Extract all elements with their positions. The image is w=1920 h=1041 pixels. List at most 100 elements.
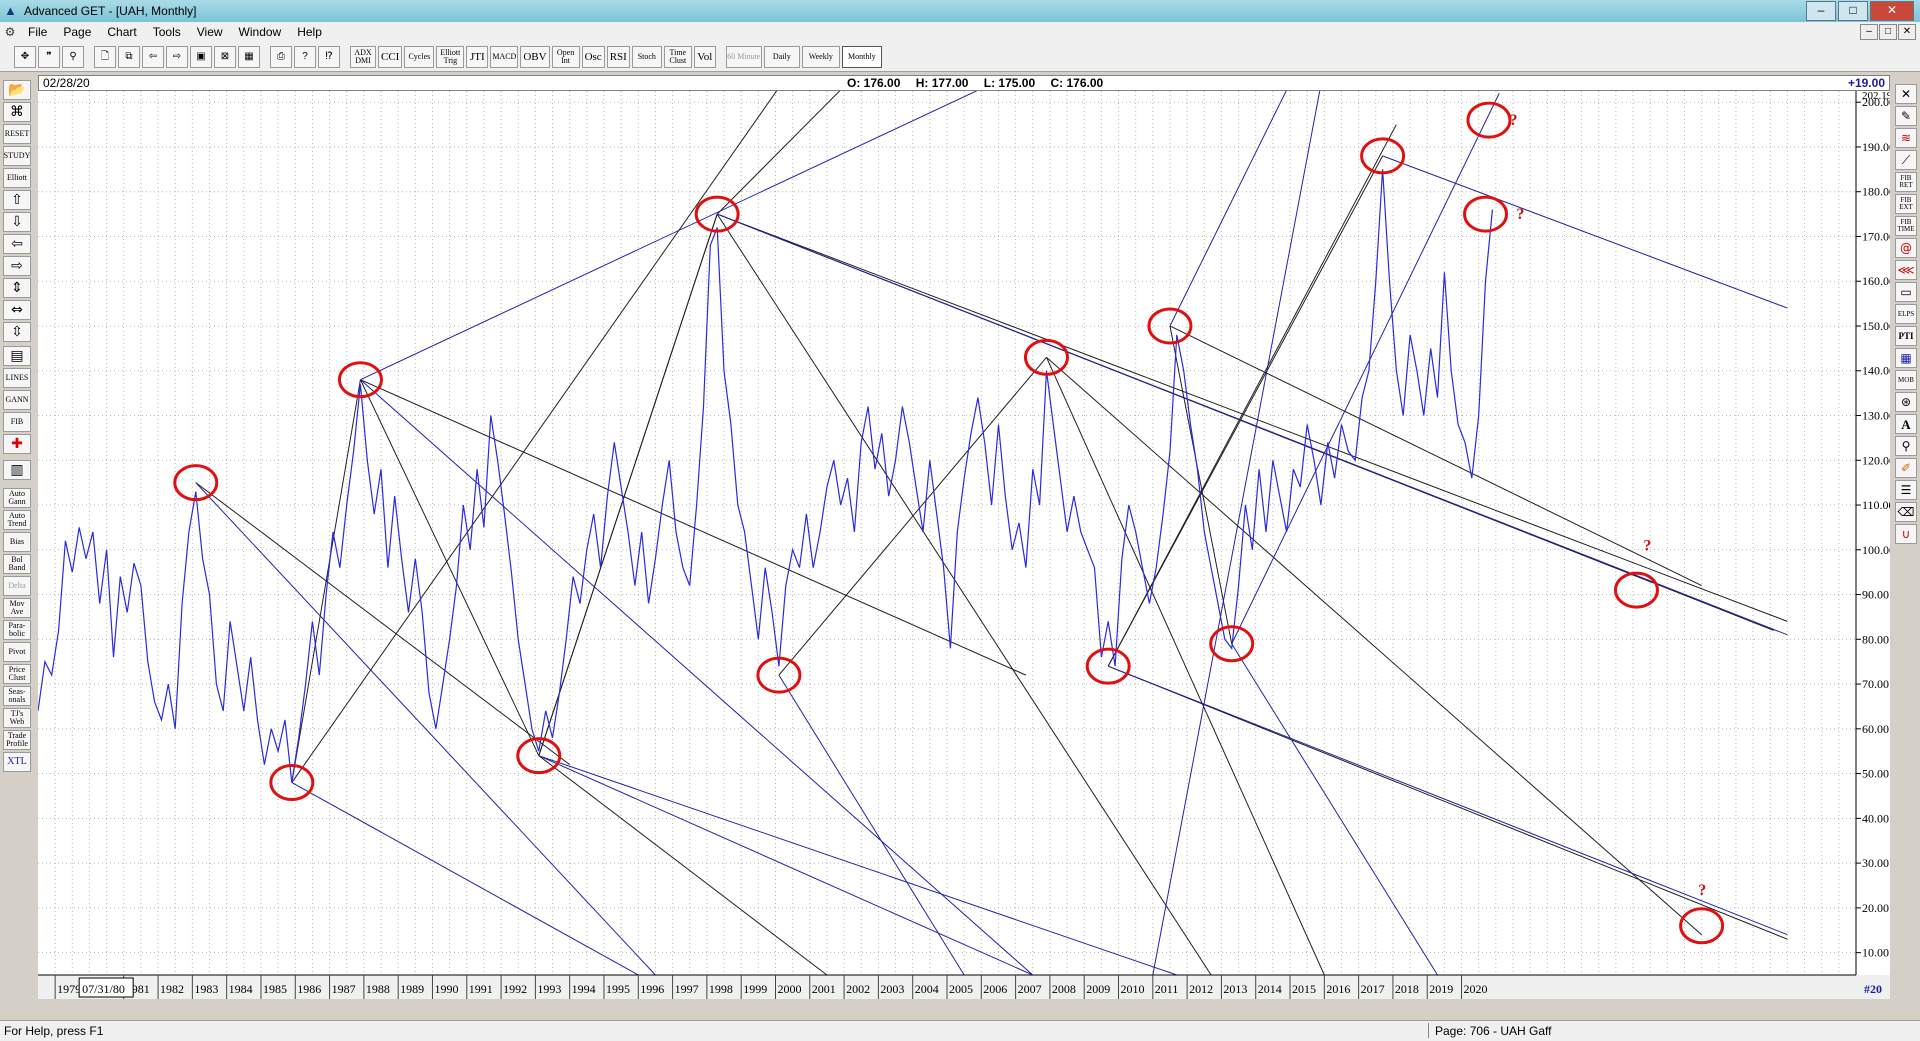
chart-properties-icon[interactable]: ▥ [3, 460, 31, 480]
pti-button[interactable]: PTI [1895, 326, 1917, 346]
new-page-icon[interactable]: 🗋 [94, 45, 116, 68]
seasonals-button[interactable]: Seas- onals [3, 686, 31, 706]
spiral-icon[interactable]: @ [1895, 238, 1917, 258]
study-elliott-button[interactable]: Elliott Trig [436, 45, 465, 68]
close-button[interactable]: ✕ [1870, 1, 1914, 21]
text-tool-button[interactable]: A [1895, 414, 1917, 434]
menu-chart[interactable]: Chart [99, 25, 144, 39]
magnet-icon[interactable]: ∪ [1895, 524, 1917, 544]
mov-ave-button[interactable]: Mov Ave [3, 598, 31, 618]
fib-ext-button[interactable]: FIB EXT [1895, 194, 1917, 214]
menu-file[interactable]: File [20, 25, 55, 39]
timeframe-60min-button[interactable]: 60 Minute [725, 45, 762, 68]
auto-gann-button[interactable]: Auto Gann [3, 488, 31, 508]
fib-time-button[interactable]: FIB TIME [1895, 216, 1917, 236]
parabolic-button[interactable]: Para- bolic [3, 620, 31, 640]
bol-band-button[interactable]: Bol Band [3, 554, 31, 574]
study-stoch-button[interactable]: Stoch [631, 45, 662, 68]
list-icon[interactable]: ☰ [1895, 480, 1917, 500]
trade-profile-button[interactable]: Trade Profile [3, 730, 31, 750]
study-osc-button[interactable]: Osc [581, 45, 605, 68]
arrow-down-icon[interactable]: ⇩ [3, 212, 31, 232]
fib-button[interactable]: FIB [3, 412, 31, 432]
ellipse-button[interactable]: ELPS [1895, 304, 1917, 324]
highlighter-icon[interactable]: ✐ [1895, 458, 1917, 478]
print-icon[interactable]: ⎙ [270, 45, 292, 68]
box-icon[interactable]: ▭ [1895, 282, 1917, 302]
chart-area[interactable]: ???? 10.00 20.00 30.00 40.00 50.00 60.00 70.00 8… [38, 90, 1895, 999]
compress-icon[interactable]: ⇳ [3, 322, 31, 342]
minimize-button[interactable]: – [1806, 1, 1836, 21]
timeframe-daily-button[interactable]: Daily [763, 45, 800, 68]
eraser-icon[interactable]: ⌫ [1895, 502, 1917, 522]
target-icon[interactable]: ⊛ [1895, 392, 1917, 412]
document-icon[interactable]: ⚙ [0, 25, 20, 39]
binoculars-icon[interactable]: ⌘ [3, 102, 31, 122]
grid-icon[interactable]: ⊠ [214, 45, 236, 68]
window-icon[interactable]: ▣ [190, 45, 212, 68]
arrow-up-icon[interactable]: ⇧ [3, 190, 31, 210]
study-rsi-button[interactable]: RSI [606, 45, 630, 68]
study-cycles-button[interactable]: Cycles [404, 45, 435, 68]
menu-help[interactable]: Help [289, 25, 330, 39]
lines-button[interactable]: LINES [3, 368, 31, 388]
menu-window[interactable]: Window [231, 25, 290, 39]
arrow-left-icon[interactable]: ⇦ [142, 45, 164, 68]
tjs-web-button[interactable]: TJ's Web [3, 708, 31, 728]
study-macd-button[interactable]: MACD [490, 45, 519, 68]
quote-icon[interactable]: ❞ [38, 45, 60, 68]
grid-tool-icon[interactable]: ▦ [1895, 348, 1917, 368]
arrow-right-icon[interactable]: ⇨ [166, 45, 188, 68]
fan-lines-icon[interactable]: ⟋ [1895, 150, 1917, 170]
pencil-icon[interactable]: ✎ [1895, 106, 1917, 126]
help-icon[interactable]: ? [294, 45, 316, 68]
price-info-bar: 02/28/20 O: 176.00 H: 177.00 L: 175.00 C… [38, 75, 1890, 91]
copy-icon[interactable]: ⧉ [118, 45, 140, 68]
bias-button[interactable]: Bias [3, 532, 31, 552]
red-lines-icon[interactable]: ≋ [1895, 128, 1917, 148]
mdi-minimize-button[interactable]: – [1860, 24, 1878, 40]
expand-horizontal-icon[interactable]: ⇔ [3, 300, 31, 320]
price-clust-button[interactable]: Price Clust [3, 664, 31, 684]
timeframe-monthly-button[interactable]: Monthly [841, 45, 882, 68]
mdi-close-button[interactable]: ✕ [1898, 24, 1916, 40]
study-cci-button[interactable]: CCI [378, 45, 403, 68]
study-button[interactable]: STUDY [3, 146, 31, 166]
menu-page[interactable]: Page [55, 25, 99, 39]
reset-button[interactable]: RESET [3, 124, 31, 144]
study-openint-button[interactable]: Open Int [551, 45, 580, 68]
crosshair-icon[interactable]: ✚ [3, 434, 31, 454]
timeframe-weekly-button[interactable]: Weekly [801, 45, 840, 68]
folder-icon[interactable]: 📂 [3, 80, 31, 100]
gann-button[interactable]: GANN [3, 390, 31, 410]
delta-button[interactable]: Delta [3, 576, 31, 596]
mdi-restore-button[interactable]: □ [1879, 24, 1897, 40]
arrow-right-tool-icon[interactable]: ⇨ [3, 256, 31, 276]
magnifier-icon[interactable]: ⚲ [1895, 436, 1917, 456]
mob-button[interactable]: MOB [1895, 370, 1917, 390]
menu-view[interactable]: View [189, 25, 231, 39]
table-icon[interactable]: ▤ [3, 346, 31, 366]
close-tool-icon[interactable]: ✕ [1895, 84, 1917, 104]
study-jti-button[interactable]: JTI [466, 45, 489, 68]
maximize-button[interactable]: □ [1838, 1, 1868, 21]
study-vol-button[interactable]: Vol [693, 45, 716, 68]
pivot-button[interactable]: Pivot [3, 642, 31, 662]
study-timeclust-button[interactable]: Time Clust [663, 45, 692, 68]
x-tick-label: 1996 [640, 982, 664, 996]
zoom-icon[interactable]: ⚲ [62, 45, 84, 68]
fib-ret-button[interactable]: FIB RET [1895, 172, 1917, 192]
xtl-button[interactable]: XTL [3, 752, 31, 772]
context-help-icon[interactable]: ⁉ [318, 45, 340, 68]
fan-icon[interactable]: ⋘ [1895, 260, 1917, 280]
menu-tools[interactable]: Tools [145, 25, 189, 39]
study-obv-button[interactable]: OBV [520, 45, 550, 68]
pointer-icon[interactable]: ✥ [14, 45, 36, 68]
study-adx-button[interactable]: ADX DMI [350, 45, 376, 68]
expand-vertical-icon[interactable]: ⇕ [3, 278, 31, 298]
auto-trend-button[interactable]: Auto Trend [3, 510, 31, 530]
price-chart[interactable]: ???? 10.00 20.00 30.00 40.00 50.00 60.00 70.00 8… [38, 90, 1895, 999]
arrow-left-tool-icon[interactable]: ⇦ [3, 234, 31, 254]
layout-icon[interactable]: ▦ [238, 45, 260, 68]
elliott-button[interactable]: Elliott [3, 168, 31, 188]
